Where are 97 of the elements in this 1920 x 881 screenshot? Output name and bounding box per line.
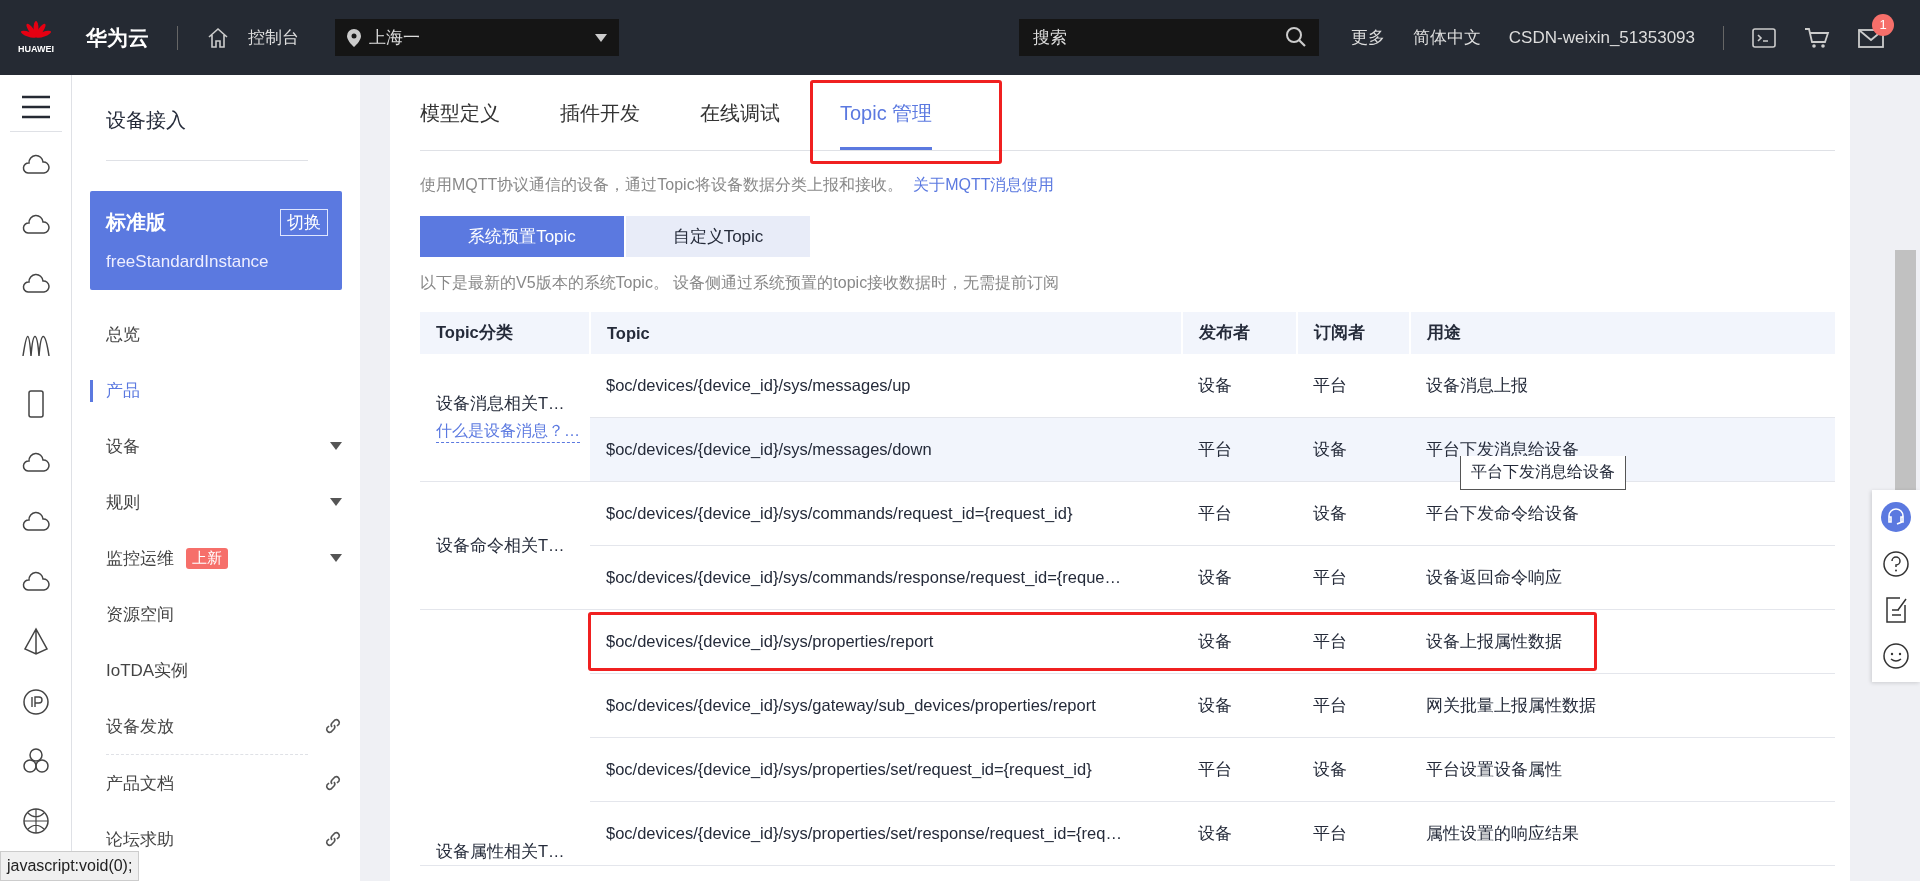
new-badge: 上新 xyxy=(186,547,228,569)
notification-badge: 1 xyxy=(1872,13,1894,36)
tab[interactable]: 模型定义 xyxy=(420,100,500,150)
headset-icon[interactable] xyxy=(1881,502,1911,532)
nav-item[interactable]: 产品 xyxy=(90,362,342,418)
table-cell: 平台 xyxy=(1297,545,1410,610)
table-cell: $oc/devices/{device_id}/sys/messages/up xyxy=(590,354,1182,418)
table-cell: $oc/devices/{device_id}/sys/properties/set/response/request_id={req… xyxy=(590,801,1182,866)
scrollbar-thumb[interactable] xyxy=(1895,250,1916,490)
column-header: Topic xyxy=(590,312,1182,354)
note-text: 以下是最新的V5版本的系统Topic。 设备侧通过系统预置的topic接收数据时，无需提前订阅 xyxy=(420,273,1061,293)
help-link[interactable]: 什么是设备消息？… xyxy=(436,420,580,443)
header-link[interactable]: 简体中文 xyxy=(1412,26,1481,49)
table-cell: 属性设置的响应结果 xyxy=(1426,823,1579,842)
segment-button[interactable]: 系统预置Topic xyxy=(420,216,624,257)
nav-item[interactable]: 监控运维 上新 xyxy=(90,530,342,586)
logo[interactable]: HUAWEI xyxy=(18,21,54,54)
table-cell: $oc/devices/{device_id}/sys/commands/response/request_id={reque… xyxy=(590,545,1182,610)
table-cell: $oc/devices/{device_id}/sys/gateway/sub_devices/properties/report xyxy=(590,673,1182,738)
table-cell: 设备 xyxy=(1297,481,1410,546)
header-link[interactable]: 更多 xyxy=(1350,26,1385,49)
column-header: 订阅者 xyxy=(1297,312,1410,354)
link-icon xyxy=(324,774,342,792)
table-cell: 设备返回命令响应 xyxy=(1426,567,1562,586)
table-cell: 网关批量上报属性数据 xyxy=(1426,695,1596,714)
column-header: Topic分类 xyxy=(420,312,590,354)
smiley-icon[interactable] xyxy=(1882,642,1910,670)
sidebar-title: 设备接入 xyxy=(106,108,187,133)
cart-icon[interactable] xyxy=(1804,26,1830,49)
ip-icon[interactable] xyxy=(20,686,51,717)
note-icon[interactable] xyxy=(1884,596,1908,624)
mqtt-link[interactable]: 关于MQTT消息使用 xyxy=(913,176,1055,193)
tab[interactable]: Topic 管理 xyxy=(840,100,933,150)
table-cell: $oc/devices/{device_id}/sys/commands/request_id={request_id} xyxy=(590,481,1182,546)
nav-item[interactable]: 总览 xyxy=(90,306,342,362)
table-cell: 设备 xyxy=(1182,354,1297,418)
table-cell: 设备 xyxy=(1297,417,1410,482)
caret-icon xyxy=(330,442,342,450)
region-select[interactable]: 上海一 xyxy=(335,19,619,56)
caret-icon xyxy=(330,554,342,562)
console-link[interactable]: 控制台 xyxy=(248,26,299,49)
nav-item[interactable]: 设备 xyxy=(90,418,342,474)
table-cell: 平台 xyxy=(1297,609,1410,674)
table-cell: $oc/devices/{device_id}/sys/messages/down xyxy=(590,417,1182,482)
terminal-icon[interactable] xyxy=(1752,27,1776,48)
nav-item[interactable]: 产品文档 xyxy=(90,755,342,811)
table-cell: 平台设置设备属性 xyxy=(1426,759,1562,778)
table-cell: 平台 xyxy=(1182,481,1297,546)
table-cell: 设备 xyxy=(1182,609,1297,674)
mail-icon[interactable] xyxy=(1858,27,1884,48)
table-cell: 设备 xyxy=(1182,801,1297,866)
column-header: 用途 xyxy=(1410,312,1835,354)
help-icon[interactable] xyxy=(1882,550,1910,578)
nav-item[interactable]: 设备发放 xyxy=(90,698,342,754)
tab[interactable]: 在线调试 xyxy=(700,100,780,150)
home-icon[interactable] xyxy=(206,25,230,50)
nav-item[interactable]: 规则 xyxy=(90,474,342,530)
table-cell: 设备上报属性数据 xyxy=(1426,631,1562,650)
table-cell: 平台下发命令给设备 xyxy=(1426,503,1579,522)
table-cell: 设备消息上报 xyxy=(1426,375,1528,394)
header-link[interactable]: CSDN-weixin_51353093 xyxy=(1508,27,1695,48)
search-field[interactable]: 搜索 xyxy=(1018,19,1319,56)
brand-name[interactable]: 华为云 xyxy=(86,23,149,52)
table-cell: 平台 xyxy=(1297,673,1410,738)
tab[interactable]: 插件开发 xyxy=(560,100,640,150)
instance-name: freeStandardInstance xyxy=(106,252,270,272)
url-status-tooltip: javascript:void(0); xyxy=(0,851,140,881)
switch-button[interactable]: 切换 xyxy=(280,209,328,236)
category-label: 设备属性相关T… xyxy=(436,841,566,862)
nav-item[interactable]: 资源空间 xyxy=(90,586,342,642)
globe-icon[interactable] xyxy=(20,805,51,836)
table-cell: 设备 xyxy=(1182,673,1297,738)
link-icon xyxy=(324,717,342,735)
caret-icon xyxy=(595,33,607,42)
table-cell: 平台 xyxy=(1297,354,1410,418)
table-cell: 平台 xyxy=(1297,801,1410,866)
table-cell: 设备 xyxy=(1182,545,1297,610)
table-cell: 设备 xyxy=(1297,737,1410,802)
circles-icon[interactable] xyxy=(20,746,51,776)
description-text: 使用MQTT协议通信的设备，通过Topic将设备数据分类上报和接收。 关于MQTT消息使用 xyxy=(420,175,1056,195)
menu-icon[interactable] xyxy=(20,95,51,119)
edition-label: 标准版 xyxy=(106,210,166,235)
caret-icon xyxy=(330,498,342,506)
nav-item[interactable]: IoTDA实例 xyxy=(90,642,342,698)
tooltip: 平台下发消息给设备 xyxy=(1460,456,1626,490)
logo-text: HUAWEI xyxy=(18,44,54,54)
category-label: 设备命令相关T… xyxy=(436,534,566,556)
table-cell: $oc/devices/{device_id}/sys/properties/report xyxy=(590,609,1182,674)
search-icon xyxy=(1284,26,1307,48)
table-cell: 平台 xyxy=(1182,417,1297,482)
category-label: 设备消息相关T… xyxy=(436,392,566,414)
link-icon xyxy=(324,830,342,848)
table-cell: 平台 xyxy=(1182,737,1297,802)
segment-button[interactable]: 自定义Topic xyxy=(626,216,810,257)
column-header: 发布者 xyxy=(1182,312,1297,354)
table-cell: $oc/devices/{device_id}/sys/properties/set/request_id={request_id} xyxy=(590,737,1182,802)
location-pin-icon xyxy=(347,28,361,47)
